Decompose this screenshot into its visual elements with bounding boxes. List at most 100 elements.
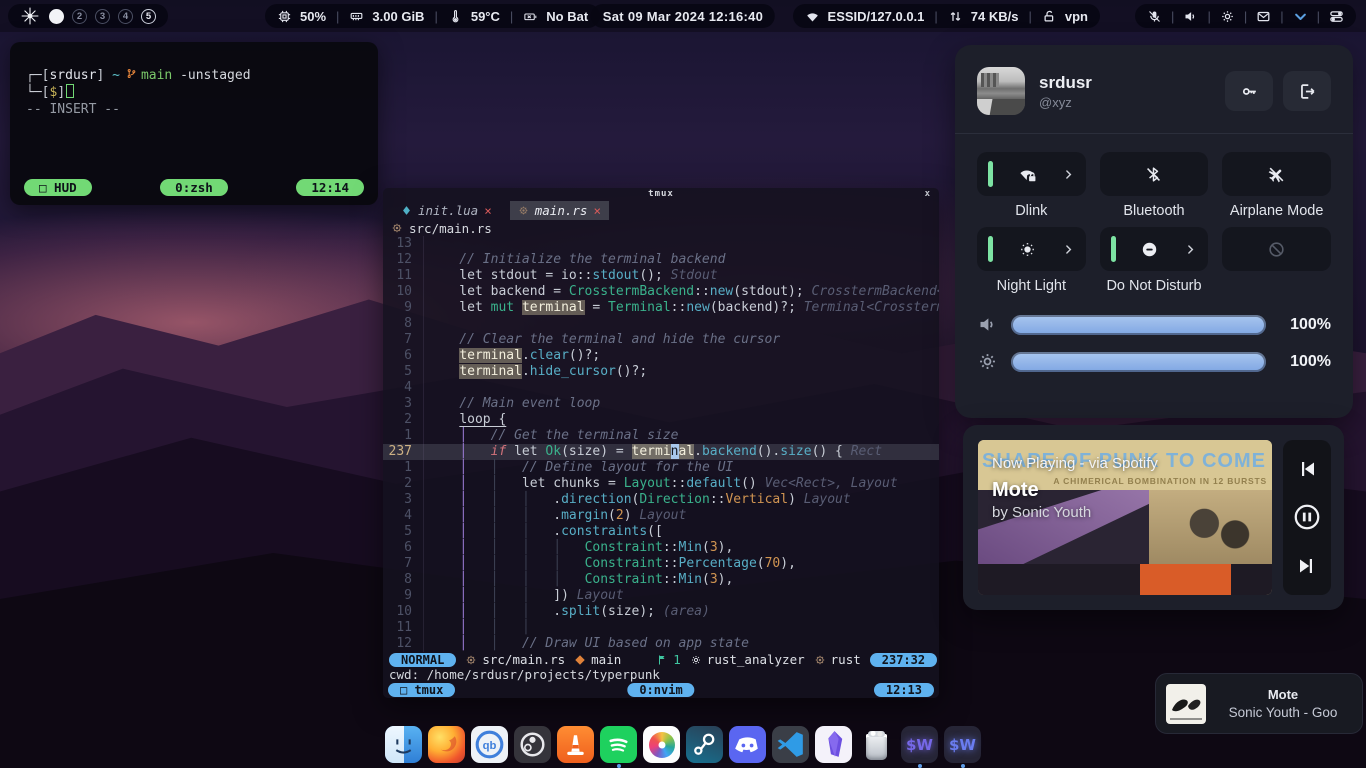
code-line[interactable]: 9 │ │ │ ]) Layout: [383, 588, 939, 604]
logout-button[interactable]: [1283, 71, 1331, 111]
workspace-2[interactable]: 2: [72, 9, 87, 24]
code-line[interactable]: 13: [383, 236, 939, 252]
dock-icon-qbittorrent[interactable]: qb: [471, 726, 508, 763]
code-line[interactable]: 12 │ │ // Draw UI based on app state: [383, 636, 939, 652]
volume-slider[interactable]: [1011, 315, 1266, 335]
tab-main-rs[interactable]: main.rs ×: [510, 201, 609, 220]
mode-pill: NORMAL: [389, 653, 456, 667]
settings-gear-icon[interactable]: [1220, 9, 1235, 24]
dock-icon-photos[interactable]: [643, 726, 680, 763]
tab-close-icon[interactable]: ×: [593, 203, 601, 218]
workspace-1[interactable]: [49, 9, 64, 24]
network-module[interactable]: ESSID/127.0.0.1 | 74 KB/s | vpn: [793, 4, 1100, 28]
dock-icon-sw-2[interactable]: $W: [944, 726, 981, 763]
toggle-dlink[interactable]: [977, 152, 1086, 196]
toggle-cell-do-not-disturb: Do Not Disturb: [1100, 227, 1209, 296]
code-line[interactable]: 4 │ │ │ .margin(2) Layout: [383, 508, 939, 524]
code-line[interactable]: 12 // Initialize the terminal backend: [383, 252, 939, 268]
toggle-do-not-disturb[interactable]: [1100, 227, 1209, 271]
notification-album-art: [1166, 684, 1206, 724]
line-number: 5: [383, 364, 423, 380]
git-icon: [574, 654, 586, 666]
tmux-session-pill[interactable]: □ tmux: [388, 683, 455, 697]
brightness-slider[interactable]: [1011, 352, 1266, 372]
mail-icon[interactable]: [1256, 9, 1271, 24]
tab-init-lua[interactable]: init.lua ×: [393, 201, 500, 220]
tmux-window-title: tmux x: [383, 188, 939, 201]
volume-icon[interactable]: [1183, 9, 1198, 24]
code-line[interactable]: 5 │ │ │ .constraints([: [383, 524, 939, 540]
code-line[interactable]: 1 │ // Get the terminal size: [383, 428, 939, 444]
toggle-airplane-mode[interactable]: [1222, 152, 1331, 196]
previous-track-button[interactable]: [1295, 457, 1319, 481]
dock-icon-vscode[interactable]: [772, 726, 809, 763]
chevron-right-icon[interactable]: [1062, 168, 1075, 181]
code-line[interactable]: 11 let stdout = io::stdout(); Stdout: [383, 268, 939, 284]
code-line[interactable]: 2 │ │ let chunks = Layout::default() Vec…: [383, 476, 939, 492]
code-line[interactable]: 1 │ │ // Define layout for the UI: [383, 460, 939, 476]
dock-icon-vlc[interactable]: [557, 726, 594, 763]
lock-keys-button[interactable]: [1225, 71, 1273, 111]
toggle-slash-circle[interactable]: [1222, 227, 1331, 271]
code-line[interactable]: 3 // Main event loop: [383, 396, 939, 412]
dock-icon-trash[interactable]: [858, 726, 895, 763]
code-line[interactable]: 6 terminal.clear()?;: [383, 348, 939, 364]
chevron-right-icon[interactable]: [1184, 243, 1197, 256]
workspace-4[interactable]: 4: [118, 9, 133, 24]
code-line[interactable]: 10 │ │ │ .split(size); (area): [383, 604, 939, 620]
clock[interactable]: Sat 09 Mar 2024 12:16:40: [591, 4, 775, 28]
git-branch-name: main: [141, 68, 172, 83]
code-line[interactable]: 5 terminal.hide_cursor()?;: [383, 364, 939, 380]
editor-window[interactable]: tmux x init.lua × main.rs × src/main.rs …: [383, 188, 939, 698]
active-indicator: [988, 236, 993, 262]
tmux-window-pill[interactable]: 0:nvim: [627, 683, 694, 697]
buffer-tabs: init.lua × main.rs ×: [383, 201, 939, 220]
code-line[interactable]: 7 │ │ │ │ Constraint::Percentage(70),: [383, 556, 939, 572]
chevron-right-icon[interactable]: [1062, 243, 1075, 256]
battery-icon: [523, 9, 538, 24]
workspace-3[interactable]: 3: [95, 9, 110, 24]
line-number: 12: [383, 252, 423, 268]
tab-close-icon[interactable]: ×: [484, 203, 492, 218]
code-line[interactable]: 4: [383, 380, 939, 396]
code-line[interactable]: 2 loop {: [383, 412, 939, 428]
dock-icon-firefox[interactable]: [428, 726, 465, 763]
dock-icon-discord[interactable]: [729, 726, 766, 763]
mic-muted-icon[interactable]: [1147, 9, 1162, 24]
code-area[interactable]: 1312 // Initialize the terminal backend1…: [383, 236, 939, 652]
window-close-button[interactable]: x: [925, 188, 931, 201]
cursor-position-pill: 237:32: [870, 653, 937, 667]
next-track-button[interactable]: [1295, 554, 1319, 578]
hud-pill[interactable]: □ HUD: [24, 179, 92, 196]
workspace-5[interactable]: 5: [141, 9, 156, 24]
dock-icon-finder[interactable]: [385, 726, 422, 763]
code-line[interactable]: 9 let mut terminal = Terminal::new(backe…: [383, 300, 939, 316]
code-line[interactable]: 237 │ if let Ok(size) = terminal.backend…: [383, 444, 939, 460]
code-line[interactable]: 8 │ │ │ │ Constraint::Min(3),: [383, 572, 939, 588]
toggle-night-light[interactable]: [977, 227, 1086, 271]
running-indicator: [617, 764, 621, 768]
neovim-icon: [401, 205, 412, 216]
code-line[interactable]: 7 // Clear the terminal and hide the cur…: [383, 332, 939, 348]
code-line[interactable]: 10 let backend = CrosstermBackend::new(s…: [383, 284, 939, 300]
dock-icon-obs[interactable]: [514, 726, 551, 763]
cpu-icon: [277, 9, 292, 24]
thermometer-icon: [448, 9, 463, 24]
pause-button[interactable]: [1292, 502, 1322, 532]
chevron-down-icon[interactable]: [1293, 9, 1308, 24]
media-notification[interactable]: Mote Sonic Youth - Goo: [1155, 673, 1363, 734]
code-line[interactable]: 3 │ │ │ .direction(Direction::Vertical) …: [383, 492, 939, 508]
system-stats[interactable]: 50% | 3.00 GiB | 59°C | No Bat: [265, 4, 600, 28]
toggles-icon[interactable]: [1329, 9, 1344, 24]
dock-icon-spotify[interactable]: [600, 726, 637, 763]
running-indicator: [961, 764, 965, 768]
dock-icon-obsidian[interactable]: [815, 726, 852, 763]
zsh-session-pill[interactable]: 0:zsh: [160, 179, 228, 196]
code-line[interactable]: 8: [383, 316, 939, 332]
code-line[interactable]: 6 │ │ │ │ Constraint::Min(3),: [383, 540, 939, 556]
dock-icon-sw-1[interactable]: $W: [901, 726, 938, 763]
toggle-bluetooth[interactable]: [1100, 152, 1209, 196]
terminal-window[interactable]: ┌─[srdusr] ~main -unstaged └─[$] -- INSE…: [10, 42, 378, 205]
code-line[interactable]: 11 │ │ │: [383, 620, 939, 636]
dock-icon-steam[interactable]: [686, 726, 723, 763]
